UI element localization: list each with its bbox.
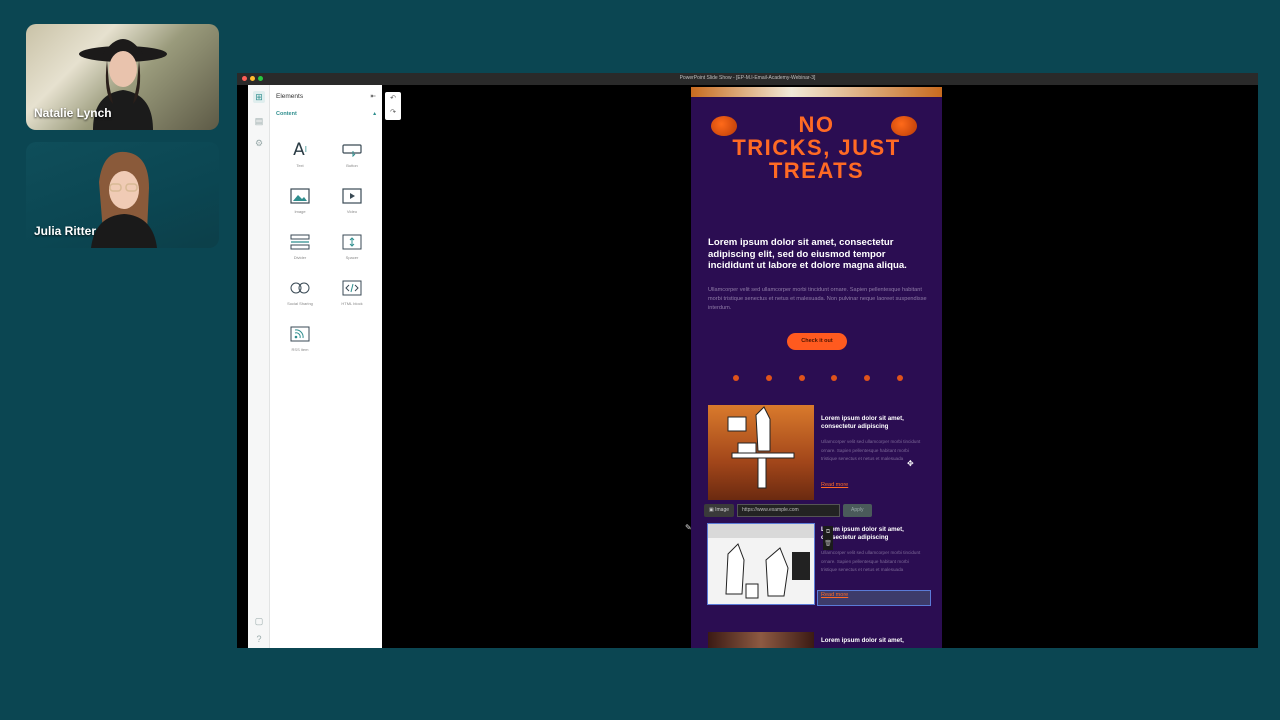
email-headline[interactable]: NO TRICKS, JUST TREATS xyxy=(691,113,942,182)
read-more-link[interactable]: Read more xyxy=(821,592,848,598)
edit-pencil-icon[interactable]: ✎ xyxy=(685,523,692,532)
image-type-selector[interactable]: ▣ Image xyxy=(704,504,735,517)
chevron-up-icon: ▴ xyxy=(373,111,376,117)
element-social-sharing[interactable]: Social Sharing xyxy=(276,271,324,313)
elements-panel: Elements ⇤ Content ▴ AI Text Button Imag… xyxy=(270,85,382,648)
button-icon xyxy=(341,141,363,159)
elements-rail-icon[interactable]: ⊞ xyxy=(253,91,265,103)
redo-icon[interactable]: ↷ xyxy=(385,106,401,120)
undo-icon[interactable]: ↶ xyxy=(385,92,401,106)
image-icon xyxy=(289,187,311,205)
shared-screen-window: PowerPoint Slide Show - [EP-M.I-Email-Ac… xyxy=(237,73,1258,648)
help-icon[interactable]: ? xyxy=(253,633,265,645)
participant-video-tile[interactable]: Natalie Lynch xyxy=(26,24,219,130)
card-body[interactable]: Ullamcorper velit sed ullamcorper morbi … xyxy=(821,549,926,575)
email-header-illustration xyxy=(691,87,942,97)
participant-name: Natalie Lynch xyxy=(34,106,112,120)
collapse-panel-icon[interactable]: ⇤ xyxy=(371,92,376,100)
image-link-toolbar: ▣ Image https://www.example.com Apply xyxy=(704,504,872,517)
social-sharing-icon xyxy=(289,279,311,297)
card-image[interactable] xyxy=(708,632,814,648)
duplicate-icon[interactable]: ⧉ xyxy=(823,526,833,538)
block-actions: ⧉ 🗑 xyxy=(823,526,833,550)
video-icon xyxy=(341,187,363,205)
comments-icon[interactable]: ▢ xyxy=(253,615,265,627)
rss-icon xyxy=(289,325,311,343)
layout-rail-icon[interactable]: ▤ xyxy=(253,115,265,127)
decorative-dot-row xyxy=(733,375,903,381)
card-title[interactable]: Lorem ipsum dolor sit amet, consectetur … xyxy=(821,415,931,431)
witch-laptop-illustration xyxy=(727,406,795,489)
delete-icon[interactable]: 🗑 xyxy=(823,538,833,550)
move-cursor-icon: ✥ xyxy=(907,459,914,468)
element-image[interactable]: Image xyxy=(276,179,324,221)
read-more-link[interactable]: Read more xyxy=(821,482,848,488)
email-heading[interactable]: Lorem ipsum dolor sit amet, consectetur … xyxy=(708,237,930,272)
element-html-block[interactable]: HTML block xyxy=(328,271,376,313)
elements-grid: AI Text Button Image Video Divider Space… xyxy=(276,133,376,359)
participant-video-tile[interactable]: Julia Ritter xyxy=(26,142,219,248)
element-divider[interactable]: Divider xyxy=(276,225,324,267)
element-button[interactable]: Button xyxy=(328,133,376,175)
settings-gear-icon[interactable]: ⚙ xyxy=(253,137,265,149)
card-image-selected[interactable] xyxy=(707,523,815,605)
element-rss-item[interactable]: RSS item xyxy=(276,317,324,359)
content-section-header[interactable]: Content ▴ xyxy=(270,107,382,121)
email-body-text[interactable]: Ullamcorper velit sed ullamcorper morbi … xyxy=(708,286,930,313)
element-text[interactable]: AI Text xyxy=(276,133,324,175)
window-title: PowerPoint Slide Show - [EP-M.I-Email-Ac… xyxy=(679,75,816,81)
element-spacer[interactable]: Spacer xyxy=(328,225,376,267)
email-preview: NO TRICKS, JUST TREATS Lorem ipsum dolor… xyxy=(691,87,942,648)
spacer-icon xyxy=(341,233,363,251)
witch-market-illustration xyxy=(708,524,814,604)
check-it-out-button[interactable]: Check it out xyxy=(787,333,847,350)
element-video[interactable]: Video xyxy=(328,179,376,221)
editor-icon-rail: ⊞ ▤ ⚙ ▢ ? xyxy=(248,85,270,648)
image-url-input[interactable]: https://www.example.com xyxy=(737,504,841,517)
history-toolbar: ↶ ↷ xyxy=(385,92,401,120)
panel-title: Elements xyxy=(276,92,304,100)
html-block-icon xyxy=(341,279,363,297)
section-label: Content xyxy=(276,111,297,117)
card-image[interactable] xyxy=(708,405,814,500)
card-title[interactable]: Lorem ipsum dolor sit amet, xyxy=(821,637,931,645)
divider-icon xyxy=(289,233,311,251)
apply-button[interactable]: Apply xyxy=(843,504,872,517)
window-gutter xyxy=(237,85,248,648)
window-titlebar: PowerPoint Slide Show - [EP-M.I-Email-Ac… xyxy=(237,73,1258,85)
participant-name: Julia Ritter xyxy=(34,224,97,238)
text-icon: AI xyxy=(293,139,307,160)
card-title[interactable]: Lorem ipsum dolor sit amet, consectetur … xyxy=(821,526,931,542)
